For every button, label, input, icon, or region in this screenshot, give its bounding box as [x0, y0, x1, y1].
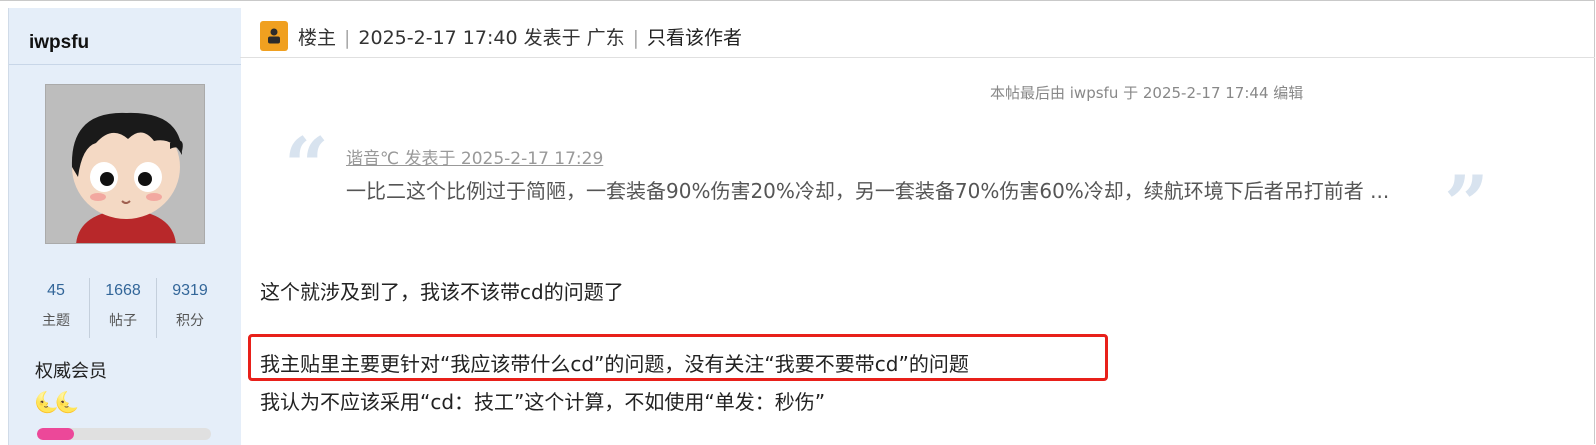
stat-label: 积分	[176, 313, 204, 329]
user-rank[interactable]: 权威会员	[35, 357, 107, 383]
level-progress-bar	[37, 428, 211, 440]
view-author-only-link[interactable]: 只看该作者	[647, 27, 742, 49]
separator: |	[344, 27, 351, 49]
post-timestamp: 2025-2-17 17:40 发表于 广东	[358, 27, 625, 49]
stat-threads[interactable]: 45 主题	[23, 278, 90, 338]
author-stats: 45 主题 1668 帖子 9319 积分	[23, 278, 223, 338]
rank-moon-icon: 🌜🌜	[34, 390, 80, 414]
op-label: 楼主	[298, 27, 337, 49]
cartoon-boy-avatar-icon	[46, 85, 204, 243]
author-sidebar: iwpsfu 45 主题 1668 帖子 9319 积分 权威会员 🌜🌜	[8, 8, 241, 445]
quote-close-icon: ”	[1444, 159, 1489, 250]
post-header-text: 楼主 | 2025-2-17 17:40 发表于 广东 | 只看该作者	[298, 23, 742, 50]
level-progress-fill	[37, 428, 74, 440]
post-line-1: 这个就涉及到了，我该不该带cd的问题了	[260, 280, 624, 304]
author-username[interactable]: iwpsfu	[29, 32, 89, 54]
stat-value[interactable]: 9319	[157, 282, 223, 300]
stat-label: 主题	[42, 313, 70, 329]
thread-starter-icon	[260, 21, 288, 51]
quote-meta-link[interactable]: 谐音℃ 发表于 2025-2-17 17:29	[346, 144, 603, 169]
stat-points[interactable]: 9319 积分	[157, 278, 223, 338]
quote-text: 一比二这个比例过于简陋，一套装备90%伤害20%冷却，另一套装备70%伤害60%…	[346, 179, 1390, 203]
stat-posts[interactable]: 1668 帖子	[90, 278, 157, 338]
stat-label: 帖子	[109, 313, 137, 329]
separator: |	[632, 27, 640, 49]
stat-value[interactable]: 45	[23, 282, 89, 300]
quote-open-icon: “	[284, 121, 329, 212]
post-header: 楼主 | 2025-2-17 17:40 发表于 广东 | 只看该作者	[240, 8, 1595, 58]
stat-value[interactable]: 1668	[90, 282, 156, 300]
avatar[interactable]	[45, 84, 205, 244]
highlight-annotation	[248, 334, 1108, 381]
post-line-3: 我认为不应该采用“cd：技工”这个计算，不如使用“单发：秒伤”	[260, 390, 826, 414]
sidebar-divider	[9, 64, 241, 65]
edit-note: 本帖最后由 iwpsfu 于 2025-2-17 17:44 编辑	[990, 84, 1304, 102]
